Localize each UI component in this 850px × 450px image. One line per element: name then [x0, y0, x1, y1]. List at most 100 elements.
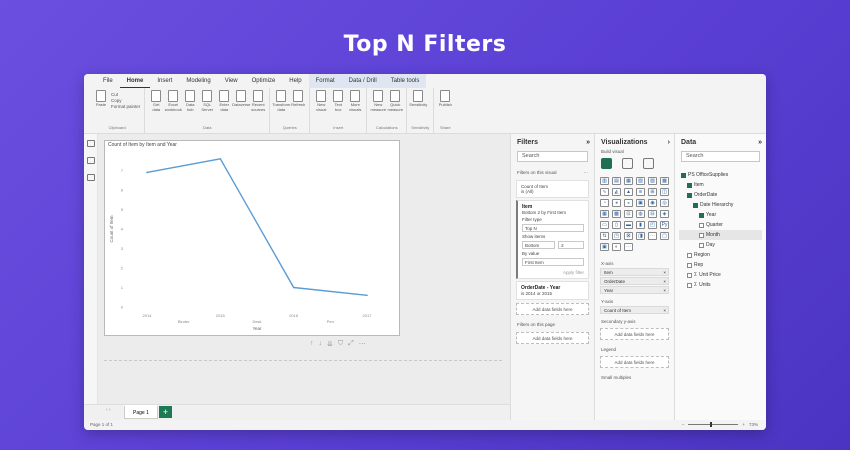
tree-item-units[interactable]: Σ Units: [679, 280, 762, 290]
checkbox-icon[interactable]: [687, 262, 692, 268]
sensitivity-button[interactable]: Sensitivity: [409, 90, 427, 124]
enter-data-button[interactable]: Enter data: [217, 90, 231, 124]
visual-type-icon[interactable]: ⊟: [648, 210, 657, 218]
add-page-filter-field[interactable]: Add data fields here: [516, 332, 589, 344]
report-canvas[interactable]: Count of Item by Item and Year 01234567C…: [98, 134, 510, 404]
visual-type-icon[interactable]: ▩: [612, 210, 621, 218]
top-bottom-select[interactable]: Bottom: [522, 241, 556, 249]
x-axis-field-orderdate[interactable]: OrderDate ×: [600, 277, 669, 285]
visual-type-icon[interactable]: ≋: [636, 188, 645, 196]
tree-item-day[interactable]: Day: [679, 240, 762, 250]
collapse-icon[interactable]: »: [586, 139, 590, 146]
visual-type-icon[interactable]: ⋯: [648, 232, 657, 240]
visual-type-icon[interactable]: ◈: [660, 210, 669, 218]
line-chart-visual[interactable]: Count of Item by Item and Year 01234567C…: [104, 140, 400, 336]
tab-modeling[interactable]: Modeling: [179, 74, 217, 88]
tab-view[interactable]: View: [218, 74, 245, 88]
tab-insert[interactable]: Insert: [150, 74, 179, 88]
visual-type-icon[interactable]: ⊠: [624, 232, 633, 240]
zoom-out-icon[interactable]: –: [682, 422, 685, 427]
more-visuals-button[interactable]: More visuals: [348, 90, 362, 124]
visual-type-icon[interactable]: Py: [660, 221, 669, 229]
data-hub-button[interactable]: Data hub: [183, 90, 197, 124]
tree-item-rep[interactable]: Rep: [679, 260, 762, 270]
checkbox-icon[interactable]: [687, 182, 692, 188]
visual-type-icon[interactable]: ◨: [636, 232, 645, 240]
page-tab[interactable]: Page 1: [124, 405, 158, 419]
visual-type-icon[interactable]: ▯: [612, 221, 621, 229]
visual-type-icon[interactable]: ◎: [660, 199, 669, 207]
visual-type-icon[interactable]: ▨: [648, 177, 657, 185]
y-axis-field-count-of-item[interactable]: Count of Item ×: [600, 306, 669, 314]
visual-type-icon[interactable]: ▣: [636, 199, 645, 207]
visual-type-icon[interactable]: ◒: [624, 199, 633, 207]
visual-type-icon[interactable]: ▣: [600, 243, 609, 251]
tab-data-drill[interactable]: Data / Drill: [341, 74, 384, 88]
tab-optimize[interactable]: Optimize: [245, 74, 283, 88]
text-box-button[interactable]: Text box: [331, 90, 345, 124]
visual-type-icon[interactable]: ▭: [600, 221, 609, 229]
apply-filter-button[interactable]: Apply filter: [522, 268, 584, 275]
table-view-icon[interactable]: [86, 157, 95, 164]
quick-measure-button[interactable]: Quick measure: [387, 90, 403, 124]
report-view-icon[interactable]: [86, 140, 95, 147]
format-visual-icon[interactable]: [622, 158, 633, 169]
cut-button[interactable]: Cut: [111, 92, 140, 97]
visual-type-icon[interactable]: ◉: [648, 199, 657, 207]
focus-mode-icon[interactable]: ⤢: [348, 340, 354, 348]
checkbox-icon[interactable]: [687, 272, 692, 278]
visual-type-icon[interactable]: ▮: [636, 221, 645, 229]
visual-type-icon[interactable]: ▲: [624, 188, 633, 196]
by-value-field[interactable]: First Item: [522, 258, 584, 266]
visual-type-icon[interactable]: ⋯: [624, 243, 633, 251]
collapse-data-icon[interactable]: »: [758, 139, 762, 146]
tree-item-quarter[interactable]: Quarter: [679, 220, 762, 230]
remove-field-icon[interactable]: ×: [663, 307, 666, 313]
filter-type-select[interactable]: Top N: [522, 224, 584, 232]
visual-type-icon[interactable]: ▥: [600, 177, 609, 185]
tab-format[interactable]: Format: [308, 74, 342, 88]
visual-type-icon[interactable]: ⊞: [648, 188, 657, 196]
build-visual-icon[interactable]: [601, 158, 612, 169]
visual-type-icon[interactable]: ◔: [600, 199, 609, 207]
transform-data-button[interactable]: Transform data: [272, 90, 290, 124]
filter-card-count[interactable]: Count of Item is (All): [516, 180, 589, 198]
checkbox-icon[interactable]: [699, 212, 704, 218]
visual-type-icon[interactable]: ⊡: [624, 210, 633, 218]
tree-item-orderdate[interactable]: OrderDate: [679, 190, 762, 200]
remove-field-icon[interactable]: ×: [663, 278, 666, 284]
visual-type-icon[interactable]: ◫: [660, 188, 669, 196]
dataverse-button[interactable]: Dataverse: [232, 90, 250, 124]
checkbox-icon[interactable]: [687, 192, 692, 198]
excel-workbook-button[interactable]: Excel workbook: [165, 90, 182, 124]
get-data-button[interactable]: Get data: [149, 90, 163, 124]
expand-icon[interactable]: ⇊: [327, 340, 333, 348]
visual-type-icon[interactable]: ∿: [600, 188, 609, 196]
checkbox-icon[interactable]: [687, 252, 692, 258]
publish-button[interactable]: Publish: [438, 90, 452, 124]
visual-type-icon[interactable]: ◍: [636, 210, 645, 218]
tree-item-item[interactable]: Item: [679, 180, 762, 190]
zoom-in-icon[interactable]: +: [742, 422, 745, 427]
tree-item-unit-price[interactable]: Σ Unit Price: [679, 270, 762, 280]
new-visual-button[interactable]: New visual: [314, 90, 328, 124]
tree-item-date-hierarchy[interactable]: Date Hierarchy: [679, 200, 762, 210]
analytics-icon[interactable]: [643, 158, 654, 169]
page-nav-arrows[interactable]: ‹ ›: [106, 407, 111, 413]
tree-item-region[interactable]: Region: [679, 250, 762, 260]
checkbox-icon[interactable]: [699, 242, 704, 248]
visual-type-icon[interactable]: ▦: [624, 177, 633, 185]
drill-up-icon[interactable]: ↑: [310, 340, 314, 348]
tab-home[interactable]: Home: [119, 74, 151, 88]
data-search-input[interactable]: Search: [681, 151, 760, 162]
tab-file[interactable]: File: [96, 74, 120, 88]
filters-search-input[interactable]: Search: [517, 151, 588, 162]
visual-type-icon[interactable]: ◰: [648, 221, 657, 229]
x-axis-field-item[interactable]: Item ×: [600, 268, 669, 276]
visual-type-icon[interactable]: ▩: [660, 177, 669, 185]
paste-button[interactable]: Paste: [94, 90, 108, 124]
remove-field-icon[interactable]: ×: [663, 287, 666, 293]
item-count-input[interactable]: 2: [558, 241, 584, 249]
more-options-icon[interactable]: ⋯: [359, 340, 366, 348]
recent-sources-button[interactable]: Recent sources: [251, 90, 265, 124]
